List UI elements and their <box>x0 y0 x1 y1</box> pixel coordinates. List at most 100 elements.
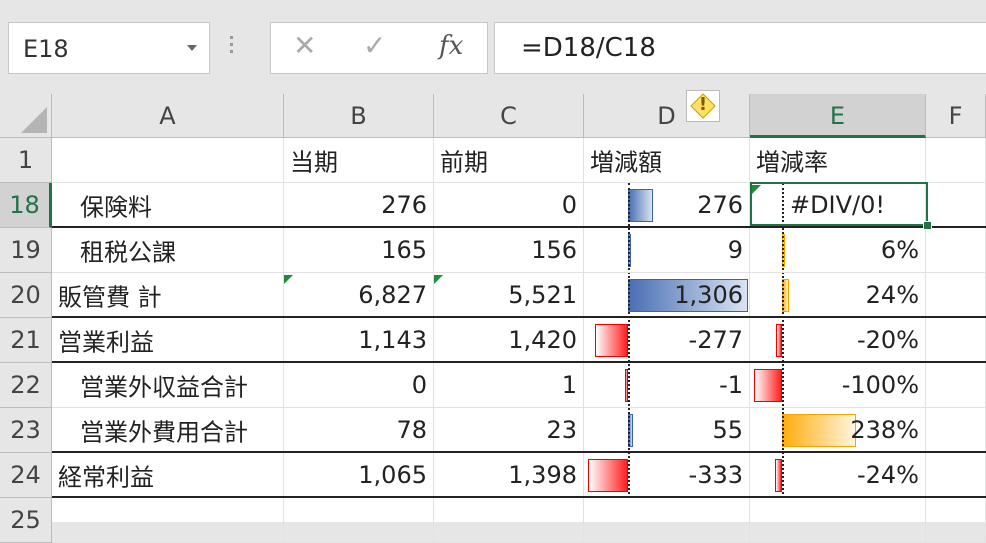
cell-value: -20% <box>856 326 919 354</box>
select-all-corner[interactable] <box>0 94 52 138</box>
row-header-25[interactable]: 25 <box>0 498 52 543</box>
active-cell-border <box>750 182 928 226</box>
cell-d1[interactable]: 増減額 <box>584 138 750 183</box>
formula-text: =D18/C18 <box>521 33 656 63</box>
error-warning-button[interactable]: ! <box>686 90 720 122</box>
name-box[interactable]: E18 <box>8 22 210 74</box>
cell-b25[interactable] <box>284 498 434 543</box>
formula-bar-area: E18 ✕ ✓ fx =D18/C18 <box>0 0 986 94</box>
cell-f18[interactable] <box>926 183 986 228</box>
cell-c1[interactable]: 前期 <box>434 138 584 183</box>
cell-value: 156 <box>531 236 577 264</box>
cell-d23[interactable]: 55 <box>584 408 750 453</box>
cell-e24[interactable]: -24% <box>750 453 926 498</box>
cell-f19[interactable] <box>926 228 986 273</box>
cell-c22[interactable]: 1 <box>434 363 584 408</box>
cell-a23[interactable]: 営業外費用合計 <box>52 408 284 453</box>
cell-value: 23 <box>546 416 577 444</box>
border-line <box>52 451 986 453</box>
row-header-23[interactable]: 23 <box>0 408 52 453</box>
column-header-c[interactable]: C <box>434 94 584 138</box>
row-header-1[interactable]: 1 <box>0 138 52 183</box>
cell-a20[interactable]: 販管費 計 <box>52 273 284 318</box>
cell-b20[interactable]: 6,827 <box>284 273 434 318</box>
cell-value: 前期 <box>440 148 488 177</box>
cell-e20[interactable]: 24% <box>750 273 926 318</box>
cell-f22[interactable] <box>926 363 986 408</box>
cancel-icon[interactable]: ✕ <box>293 29 316 62</box>
fill-handle[interactable] <box>923 221 932 230</box>
cell-e1[interactable]: 増減率 <box>750 138 926 183</box>
row-header-24[interactable]: 24 <box>0 453 52 498</box>
cell-f20[interactable] <box>926 273 986 318</box>
cell-b24[interactable]: 1,065 <box>284 453 434 498</box>
cell-d19[interactable]: 9 <box>584 228 750 273</box>
cell-a21[interactable]: 営業利益 <box>52 318 284 363</box>
column-header-d[interactable]: D <box>584 94 750 138</box>
cell-e21[interactable]: -20% <box>750 318 926 363</box>
cell-f1[interactable] <box>926 138 986 183</box>
chevron-down-icon[interactable] <box>187 45 197 51</box>
cell-value: 78 <box>396 416 427 444</box>
cell-b22[interactable]: 0 <box>284 363 434 408</box>
cell-c20[interactable]: 5,521 <box>434 273 584 318</box>
row-header-20[interactable]: 20 <box>0 273 52 318</box>
cell-value: 6,827 <box>358 281 427 309</box>
cell-b21[interactable]: 1,143 <box>284 318 434 363</box>
cell-a19[interactable]: 租税公課 <box>52 228 284 273</box>
cell-value: 276 <box>697 191 743 219</box>
cell-value: 当期 <box>290 148 338 177</box>
cell-d21[interactable]: -277 <box>584 318 750 363</box>
cell-c23[interactable]: 23 <box>434 408 584 453</box>
cell-value: 0 <box>561 191 577 219</box>
cell-value: -100% <box>841 371 919 399</box>
cell-c19[interactable]: 156 <box>434 228 584 273</box>
column-header-f[interactable]: F <box>926 94 986 138</box>
cell-e19[interactable]: 6% <box>750 228 926 273</box>
cell-f25[interactable] <box>926 498 986 543</box>
cell-c18[interactable]: 0 <box>434 183 584 228</box>
cell-e23[interactable]: 238% <box>750 408 926 453</box>
cell-e25[interactable] <box>750 498 926 543</box>
row-header-19[interactable]: 19 <box>0 228 52 273</box>
column-header-a[interactable]: A <box>52 94 284 138</box>
cell-f24[interactable] <box>926 453 986 498</box>
cell-d25[interactable] <box>584 498 750 543</box>
cell-b23[interactable]: 78 <box>284 408 434 453</box>
cell-d22[interactable]: -1 <box>584 363 750 408</box>
cell-c21[interactable]: 1,420 <box>434 318 584 363</box>
cell-f21[interactable] <box>926 318 986 363</box>
row-header-21[interactable]: 21 <box>0 318 52 363</box>
cell-a1[interactable] <box>52 138 284 183</box>
cell-d18[interactable]: 276 <box>584 183 750 228</box>
border-line <box>52 496 986 498</box>
insert-function-icon[interactable]: fx <box>439 31 463 61</box>
cell-a22[interactable]: 営業外収益合計 <box>52 363 284 408</box>
formula-input[interactable]: =D18/C18 <box>494 22 986 74</box>
cell-value: 営業外収益合計 <box>80 373 248 402</box>
cell-d24[interactable]: -333 <box>584 453 750 498</box>
grip-icon[interactable] <box>230 36 234 60</box>
row-header-22[interactable]: 22 <box>0 363 52 408</box>
cell-b19[interactable]: 165 <box>284 228 434 273</box>
row-header-18[interactable]: 18 <box>0 183 52 228</box>
cell-b18[interactable]: 276 <box>284 183 434 228</box>
cell-f23[interactable] <box>926 408 986 453</box>
cell-value: -24% <box>856 461 919 489</box>
cell-value: 保険料 <box>80 193 152 222</box>
cell-a25[interactable] <box>52 498 284 543</box>
cell-value: 増減率 <box>756 148 828 177</box>
cell-c25[interactable] <box>434 498 584 543</box>
cell-b1[interactable]: 当期 <box>284 138 434 183</box>
cell-value: 238% <box>850 416 919 444</box>
column-header-e[interactable]: E <box>750 94 926 138</box>
cell-e22[interactable]: -100% <box>750 363 926 408</box>
enter-icon[interactable]: ✓ <box>363 29 386 62</box>
worksheet-grid[interactable]: A B C D E F 1 18 19 20 21 22 23 24 25 当期 前期 増減額 増減率 保険料 276 0… <box>0 94 986 543</box>
column-header-b[interactable]: B <box>284 94 434 138</box>
cell-d20[interactable]: 1,306 <box>584 273 750 318</box>
cell-value: 営業利益 <box>58 328 154 357</box>
cell-a24[interactable]: 経常利益 <box>52 453 284 498</box>
cell-a18[interactable]: 保険料 <box>52 183 284 228</box>
cell-c24[interactable]: 1,398 <box>434 453 584 498</box>
